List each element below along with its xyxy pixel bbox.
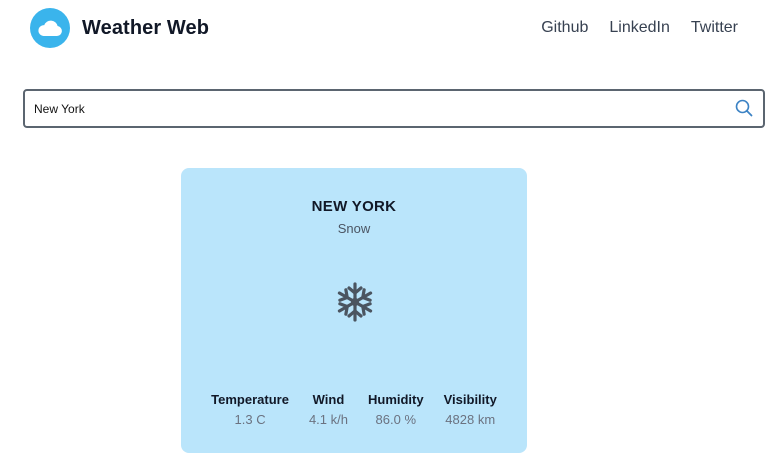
weather-condition: Snow [337, 221, 371, 236]
search-bar [23, 89, 765, 128]
nav-link-github[interactable]: Github [541, 19, 588, 37]
stat-temperature: Temperature 1.3 C [211, 392, 289, 427]
header: Weather Web Github LinkedIn Twitter [0, 0, 783, 58]
nav-link-linkedin[interactable]: LinkedIn [609, 19, 670, 37]
stat-wind: Wind 4.1 k/h [309, 392, 348, 427]
stat-value: 1.3 C [234, 412, 266, 427]
stat-value: 4.1 k/h [308, 412, 348, 427]
weather-card: NEW YORK Snow Temperature 1.3 C Wind 4.1… [181, 168, 527, 453]
stat-visibility: Visibility 4828 km [444, 392, 497, 427]
logo[interactable] [30, 8, 70, 48]
search-button[interactable] [733, 97, 755, 119]
stat-label: Visibility [443, 392, 497, 407]
stat-label: Humidity [367, 392, 424, 407]
city-name: NEW YORK [311, 198, 397, 215]
search-input[interactable] [34, 91, 724, 126]
stat-value: 86.0 % [375, 412, 417, 427]
nav-link-twitter[interactable]: Twitter [691, 19, 738, 37]
snowflake-icon [337, 282, 373, 322]
stat-label: Temperature [211, 392, 289, 407]
stat-humidity: Humidity 86.0 % [368, 392, 424, 427]
search-icon [735, 99, 753, 117]
weather-stats: Temperature 1.3 C Wind 4.1 k/h Humidity … [181, 392, 527, 427]
stat-label: Wind [312, 392, 345, 407]
top-nav: Github LinkedIn Twitter [541, 19, 738, 37]
cloud-icon [38, 20, 62, 36]
page: Weather Web Github LinkedIn Twitter NEW … [0, 0, 783, 472]
stat-value: 4828 km [445, 412, 496, 427]
brand-title[interactable]: Weather Web [82, 17, 209, 40]
